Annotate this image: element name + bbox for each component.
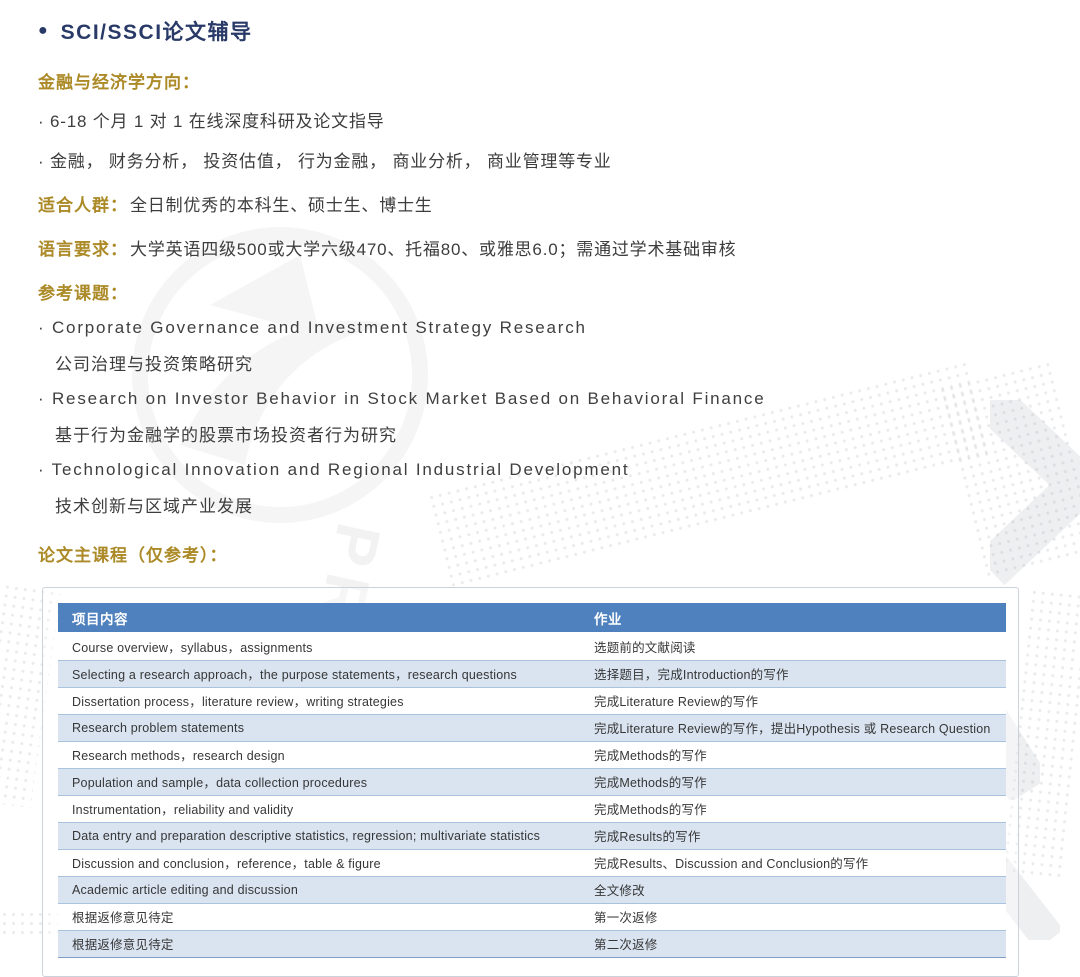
topic-item: · Technological Innovation and Regional … xyxy=(38,460,1080,517)
table-row: Research problem statements 完成Literature… xyxy=(58,714,1006,741)
topic-title-en: · Research on Investor Behavior in Stock… xyxy=(38,389,1080,409)
cell-homework: 完成Results的写作 xyxy=(586,822,1006,849)
table-row: 根据返修意见待定 第二次返修 xyxy=(58,930,1006,957)
cell-homework: 完成Literature Review的写作 xyxy=(586,687,1006,714)
cell-project-content: 根据返修意见待定 xyxy=(58,903,586,930)
program-bullet-duration: · 6-18 个月 1 对 1 在线深度科研及论文指导 xyxy=(38,107,1080,132)
table-row: Discussion and conclusion，reference，tabl… xyxy=(58,849,1006,876)
topic-item: · Corporate Governance and Investment St… xyxy=(38,318,1080,375)
table-row: Dissertation process，literature review，w… xyxy=(58,687,1006,714)
cell-project-content: Academic article editing and discussion xyxy=(58,876,586,903)
direction-label: 金融与经济学方向： xyxy=(38,68,1080,93)
table-row: Population and sample，data collection pr… xyxy=(58,768,1006,795)
table-row: 根据返修意见待定 第一次返修 xyxy=(58,903,1006,930)
table-row: Data entry and preparation descriptive s… xyxy=(58,822,1006,849)
language-text: 大学英语四级500或大学六级470、托福80、或雅思6.0；需通过学术基础审核 xyxy=(130,240,736,259)
column-header-project: 项目内容 xyxy=(58,603,586,633)
topics-list: · Corporate Governance and Investment St… xyxy=(38,318,1080,517)
topic-title-zh: 技术创新与区域产业发展 xyxy=(38,492,1080,517)
table-row: Research methods，research design 完成Metho… xyxy=(58,741,1006,768)
table-header-row: 项目内容 作业 xyxy=(58,603,1006,633)
table-row: Instrumentation，reliability and validity… xyxy=(58,795,1006,822)
program-bullet-majors: · 金融， 财务分析， 投资估值， 行为金融， 商业分析， 商业管理等专业 xyxy=(38,147,1080,172)
cell-homework: 完成Methods的写作 xyxy=(586,795,1006,822)
cell-project-content: Research methods，research design xyxy=(58,741,586,768)
document-page: ● SCI/SSCI论文辅导 金融与经济学方向： · 6-18 个月 1 对 1… xyxy=(0,0,1080,977)
cell-homework: 第二次返修 xyxy=(586,930,1006,957)
cell-homework: 第一次返修 xyxy=(586,903,1006,930)
page-title: SCI/SSCI论文辅导 xyxy=(61,16,253,46)
cell-homework: 选择题目，完成Introduction的写作 xyxy=(586,660,1006,687)
audience-text: 全日制优秀的本科生、硕士生、博士生 xyxy=(130,196,433,215)
course-label: 论文主课程（仅参考）： xyxy=(38,541,1080,566)
cell-project-content: 根据返修意见待定 xyxy=(58,930,586,957)
cell-project-content: Dissertation process，literature review，w… xyxy=(58,687,586,714)
cell-homework: 完成Methods的写作 xyxy=(586,768,1006,795)
topics-label: 参考课题： xyxy=(38,279,1080,304)
cell-project-content: Instrumentation，reliability and validity xyxy=(58,795,586,822)
table-body: Course overview，syllabus，assignments 选题前… xyxy=(58,633,1006,957)
topic-title-zh: 基于行为金融学的股票市场投资者行为研究 xyxy=(38,421,1080,446)
title-bullet-icon: ● xyxy=(38,23,48,39)
audience-line: 适合人群：全日制优秀的本科生、硕士生、博士生 xyxy=(38,191,1080,216)
cell-project-content: Research problem statements xyxy=(58,714,586,741)
cell-homework: 完成Results、Discussion and Conclusion的写作 xyxy=(586,849,1006,876)
topic-item: · Research on Investor Behavior in Stock… xyxy=(38,389,1080,446)
cell-project-content: Discussion and conclusion，reference，tabl… xyxy=(58,849,586,876)
cell-homework: 全文修改 xyxy=(586,876,1006,903)
section-title-row: ● SCI/SSCI论文辅导 xyxy=(38,16,1080,46)
cell-project-content: Course overview，syllabus，assignments xyxy=(58,633,586,660)
table-row: Selecting a research approach，the purpos… xyxy=(58,660,1006,687)
topic-title-en: · Corporate Governance and Investment St… xyxy=(38,318,1080,338)
cell-homework: 选题前的文献阅读 xyxy=(586,633,1006,660)
course-table-card: 项目内容 作业 Course overview，syllabus，assignm… xyxy=(42,587,1019,977)
topic-title-zh: 公司治理与投资策略研究 xyxy=(38,350,1080,375)
topic-title-en: · Technological Innovation and Regional … xyxy=(38,460,1080,480)
table-row: Course overview，syllabus，assignments 选题前… xyxy=(58,633,1006,660)
cell-project-content: Population and sample，data collection pr… xyxy=(58,768,586,795)
audience-label: 适合人群： xyxy=(38,196,128,215)
table-row: Academic article editing and discussion … xyxy=(58,876,1006,903)
language-label: 语言要求： xyxy=(38,240,128,259)
column-header-homework: 作业 xyxy=(586,603,1006,633)
cell-project-content: Selecting a research approach，the purpos… xyxy=(58,660,586,687)
language-line: 语言要求：大学英语四级500或大学六级470、托福80、或雅思6.0；需通过学术… xyxy=(38,235,1080,260)
cell-project-content: Data entry and preparation descriptive s… xyxy=(58,822,586,849)
cell-homework: 完成Literature Review的写作，提出Hypothesis 或 Re… xyxy=(586,714,1006,741)
cell-homework: 完成Methods的写作 xyxy=(586,741,1006,768)
course-table: 项目内容 作业 Course overview，syllabus，assignm… xyxy=(58,603,1006,958)
